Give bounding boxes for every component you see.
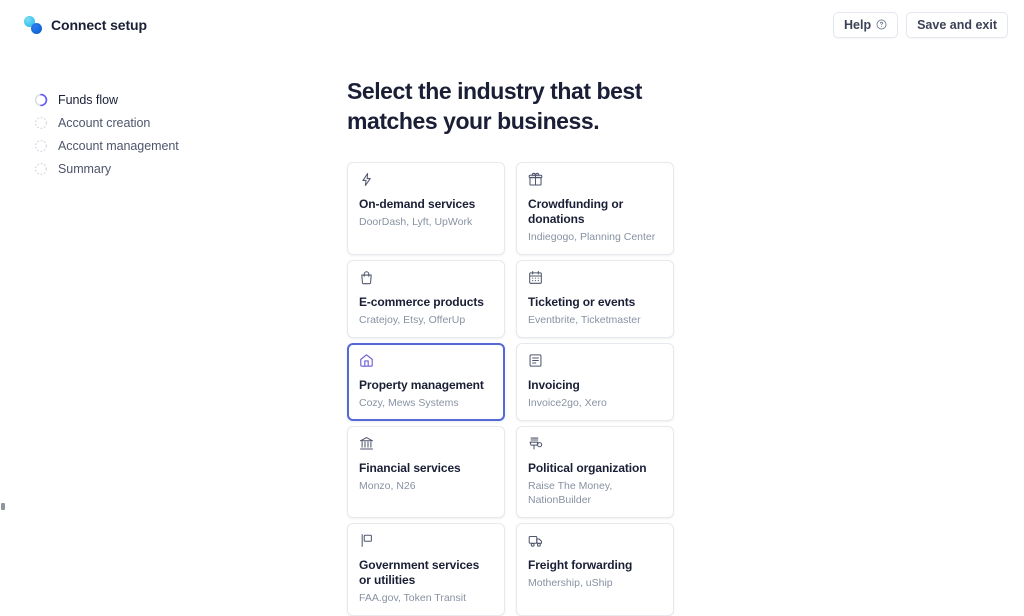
- brand: Connect setup: [24, 16, 147, 34]
- progress-ring-icon: [34, 93, 48, 107]
- industry-card-title: Financial services: [359, 461, 493, 476]
- industry-card-title: E-commerce products: [359, 295, 493, 310]
- industry-card-examples: Cozy, Mews Systems: [359, 396, 493, 410]
- industry-card-property-management[interactable]: Property management Cozy, Mews Systems: [347, 343, 505, 421]
- industry-card-title: Property management: [359, 378, 493, 393]
- industry-card-title: Ticketing or events: [528, 295, 662, 310]
- help-button-label: Help: [844, 18, 871, 32]
- industry-card-ticketing-or-events[interactable]: Ticketing or events Eventbrite, Ticketma…: [516, 260, 674, 338]
- save-and-exit-button[interactable]: Save and exit: [906, 12, 1008, 38]
- dotted-circle-icon: [34, 139, 48, 153]
- sidebar-item-funds-flow[interactable]: Funds flow: [34, 88, 284, 111]
- industry-card-title: Crowdfunding or donations: [528, 197, 662, 227]
- dotted-circle-icon: [34, 162, 48, 176]
- flag-icon: [359, 533, 374, 548]
- lightning-bolt-icon: [359, 172, 374, 187]
- sidebar-item-label: Funds flow: [58, 93, 118, 107]
- help-button[interactable]: Help: [833, 12, 898, 38]
- industry-card-examples: Invoice2go, Xero: [528, 396, 662, 410]
- sidebar-item-label: Account management: [58, 139, 179, 153]
- industry-card-financial-services[interactable]: Financial services Monzo, N26: [347, 426, 505, 518]
- industry-card-examples: Raise The Money, NationBuilder: [528, 479, 662, 507]
- question-circle-icon: [876, 19, 887, 30]
- industry-card-invoicing[interactable]: Invoicing Invoice2go, Xero: [516, 343, 674, 421]
- page-title: Select the industry that best matches yo…: [347, 76, 647, 136]
- industry-card-e-commerce-products[interactable]: E-commerce products Cratejoy, Etsy, Offe…: [347, 260, 505, 338]
- sidebar-item-account-management[interactable]: Account management: [34, 134, 284, 157]
- industry-card-title: Freight forwarding: [528, 558, 662, 573]
- calendar-icon: [528, 270, 543, 285]
- industry-card-on-demand-services[interactable]: On-demand services DoorDash, Lyft, UpWor…: [347, 162, 505, 255]
- industry-card-government-services-or-utilities[interactable]: Government services or utilities FAA.gov…: [347, 523, 505, 616]
- industry-card-examples: Monzo, N26: [359, 479, 493, 493]
- invoice-document-icon: [528, 353, 543, 368]
- main-content: Select the industry that best matches yo…: [347, 76, 677, 616]
- scroll-indicator[interactable]: [1, 503, 5, 510]
- industry-card-freight-forwarding[interactable]: Freight forwarding Mothership, uShip: [516, 523, 674, 616]
- industry-card-examples: Cratejoy, Etsy, OfferUp: [359, 313, 493, 327]
- shopping-bag-icon: [359, 270, 374, 285]
- industry-card-title: Political organization: [528, 461, 662, 476]
- podium-icon: [528, 436, 543, 451]
- industry-card-examples: Eventbrite, Ticketmaster: [528, 313, 662, 327]
- industry-card-grid: On-demand services DoorDash, Lyft, UpWor…: [347, 162, 677, 616]
- gift-box-icon: [528, 172, 543, 187]
- stripe-connect-logo-icon: [24, 16, 42, 34]
- industry-card-examples: Indiegogo, Planning Center: [528, 230, 662, 244]
- sidebar-item-label: Account creation: [58, 116, 150, 130]
- industry-card-crowdfunding-or-donations[interactable]: Crowdfunding or donations Indiegogo, Pla…: [516, 162, 674, 255]
- app-title: Connect setup: [51, 17, 147, 33]
- sidebar-item-label: Summary: [58, 162, 111, 176]
- industry-card-political-organization[interactable]: Political organization Raise The Money, …: [516, 426, 674, 518]
- industry-card-title: Invoicing: [528, 378, 662, 393]
- app-header: Connect setup Help Save and exit: [0, 0, 1024, 49]
- header-actions: Help Save and exit: [833, 12, 1008, 38]
- truck-icon: [528, 533, 543, 548]
- industry-card-examples: DoorDash, Lyft, UpWork: [359, 215, 493, 229]
- industry-card-examples: Mothership, uShip: [528, 576, 662, 590]
- industry-card-title: On-demand services: [359, 197, 493, 212]
- bank-icon: [359, 436, 374, 451]
- industry-card-examples: FAA.gov, Token Transit: [359, 591, 493, 605]
- industry-card-title: Government services or utilities: [359, 558, 493, 588]
- setup-steps-sidebar: Funds flow Account creation Account mana…: [34, 88, 284, 180]
- dotted-circle-icon: [34, 116, 48, 130]
- house-icon: [359, 353, 374, 368]
- sidebar-item-account-creation[interactable]: Account creation: [34, 111, 284, 134]
- sidebar-item-summary[interactable]: Summary: [34, 157, 284, 180]
